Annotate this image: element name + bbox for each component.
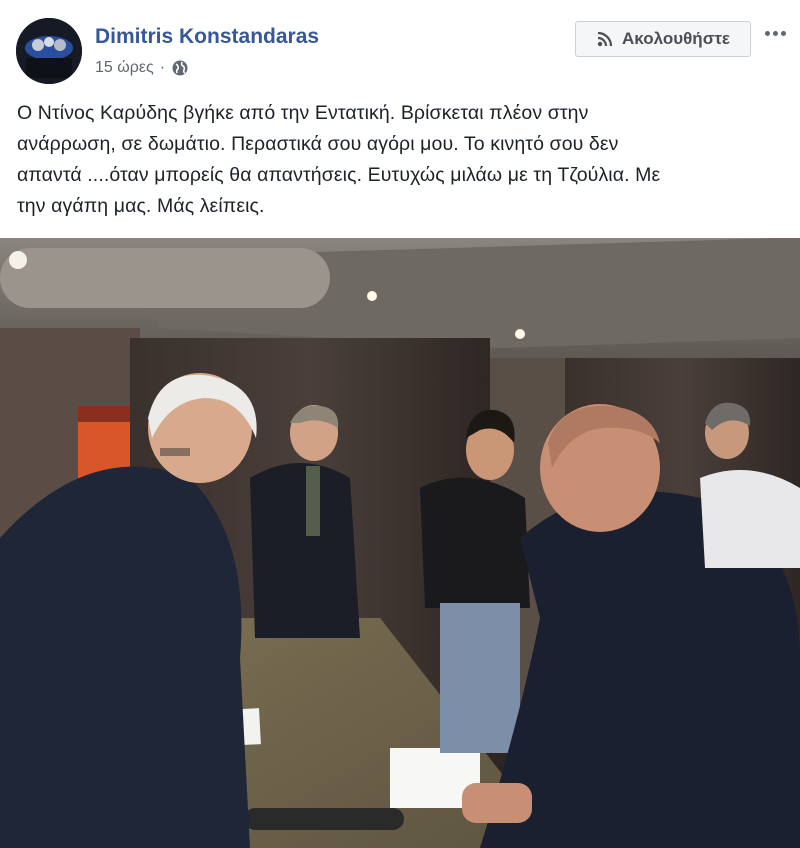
author-name[interactable]: Dimitris Konstandaras — [95, 25, 319, 49]
rss-icon — [596, 30, 614, 48]
follow-label: Ακολουθήστε — [622, 29, 730, 48]
avatar-image — [16, 18, 82, 84]
meta-separator: · — [159, 59, 166, 76]
post-header: Dimitris Konstandaras 15 ώρες · Ακολουθή… — [0, 0, 800, 92]
post-text: Ο Ντίνος Καρύδης βγήκε από την Εντατική.… — [17, 98, 787, 222]
post-text-line: ανάρρωση, σε δωμάτιο. Περαστικά σου αγόρ… — [17, 133, 619, 155]
post-text-line: απαντά ....όταν μπορείς θα απαντήσεις. Ε… — [17, 164, 661, 186]
more-options-button[interactable] — [760, 22, 790, 44]
post-meta: 15 ώρες · — [95, 59, 189, 77]
post-time[interactable]: 15 ώρες — [95, 59, 154, 77]
photo-scene — [0, 238, 800, 848]
more-dot — [772, 30, 778, 36]
more-dot — [780, 30, 786, 36]
post-text-line: την αγάπη μας. Μάς λείπεις. — [17, 195, 265, 217]
follow-button[interactable]: Ακολουθήστε — [575, 21, 751, 57]
avatar[interactable] — [16, 18, 82, 84]
more-dots-icon — [764, 30, 770, 36]
post-photo[interactable] — [0, 238, 800, 848]
globe-icon[interactable] — [171, 59, 189, 77]
post-card: Dimitris Konstandaras 15 ώρες · Ακολουθή… — [0, 0, 800, 848]
post-text-line: Ο Ντίνος Καρύδης βγήκε από την Εντατική.… — [17, 102, 589, 124]
